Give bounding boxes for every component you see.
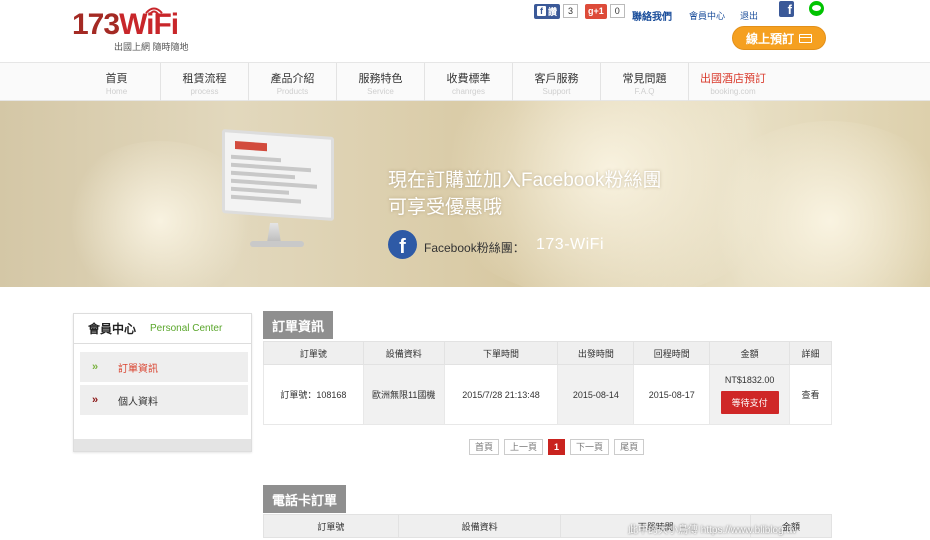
order-amount-cell: NT$1832.00 等待支付 xyxy=(709,364,791,425)
pager-current[interactable]: 1 xyxy=(548,439,566,455)
section-tab-orders: 訂單資訊 xyxy=(263,311,334,339)
credit-card-icon xyxy=(799,33,812,43)
facebook-like-button[interactable]: f 讚 xyxy=(534,3,561,19)
social-share-bar: f 讚 3 g+1 0 xyxy=(534,2,625,20)
order-return-date: 2015-08-17 xyxy=(633,364,711,425)
order-device: 歐洲無限11國機 xyxy=(362,364,445,425)
facebook-fanpage-label: Facebook粉絲團： xyxy=(424,241,525,255)
pending-payment-button[interactable]: 等待支付 xyxy=(720,391,779,414)
promo-banner[interactable]: 現在訂購並加入Facebook粉絲團 可享受優惠哦 f Facebook粉絲團：… xyxy=(0,101,930,287)
wifi-icon xyxy=(145,7,163,15)
google-plus-count: 0 xyxy=(609,4,625,18)
sidebar-item-profile[interactable]: » 個人資料 xyxy=(80,385,248,415)
nav-item-process[interactable]: 租賃流程 process xyxy=(161,63,249,101)
chevron-right-icon: » xyxy=(92,394,99,406)
sidebar-title-en: Personal Center xyxy=(150,323,223,334)
section-tab-phone-card-orders: 電話卡訂單 xyxy=(263,485,347,513)
facebook-like-count: 3 xyxy=(563,4,579,18)
nav-item-faq[interactable]: 常見問題 F.A.Q xyxy=(601,63,689,101)
nav-item-service[interactable]: 服務特色 Service xyxy=(337,63,425,101)
order-amount: NT$1832.00 xyxy=(724,375,775,385)
nav-item-support[interactable]: 客戶服務 Support xyxy=(513,63,601,101)
nav-item-charges[interactable]: 收費標準 chanrges xyxy=(425,63,513,101)
contact-us-link[interactable]: 聯絡我們 xyxy=(632,8,672,23)
orders-table: 訂單號 設備資料 下單時間 出發時間 回程時間 金額 詳細 訂單號：108168… xyxy=(263,341,832,425)
nav-item-hotel-booking[interactable]: 出國酒店預訂 booking.com xyxy=(689,63,777,101)
facebook-icon[interactable]: f xyxy=(779,1,794,17)
pagination: 首頁 上一頁 1 下一頁 尾頁 xyxy=(469,439,645,455)
promo-subheadline: 可享受優惠哦 xyxy=(388,197,503,218)
logo-tagline: 出國上網 隨時隨地 xyxy=(114,42,189,52)
member-sidebar: 會員中心 Personal Center » 訂單資訊 » 個人資料 xyxy=(73,313,252,452)
member-center-link[interactable]: 會員中心 xyxy=(689,9,725,22)
google-plus-button[interactable]: g+1 xyxy=(585,3,607,19)
pager-first[interactable]: 首頁 xyxy=(469,439,500,455)
order-number: 訂單號：108168 xyxy=(263,364,364,425)
table-row: 訂單號：108168 歐洲無限11國機 2015/7/28 21:13:48 2… xyxy=(263,364,832,425)
header: 173WiFi 出國上網 隨時隨地 f 讚 3 g+1 0 聯絡我們 會員中心 … xyxy=(0,0,930,62)
chevron-right-icon: » xyxy=(92,361,99,373)
logout-link[interactable]: 退出 xyxy=(740,9,758,22)
monitor-illustration xyxy=(222,129,334,251)
watermark-text: 此中的大小鳥傳 https://www.bliblog.tw xyxy=(628,525,797,536)
table-header-row: 訂單號 設備資料 下單時間 出發時間 回程時間 金額 詳細 xyxy=(263,341,832,365)
main-nav: 首頁 Home 租賃流程 process 產品介紹 Products 服務特色 … xyxy=(0,62,930,101)
facebook-fanpage-name: 173-WiFi xyxy=(536,236,605,253)
site-logo[interactable]: 173WiFi 出國上網 隨時隨地 xyxy=(72,6,202,52)
book-online-button[interactable]: 線上預訂 xyxy=(732,26,826,50)
order-depart-date: 2015-08-14 xyxy=(557,364,635,425)
line-icon[interactable] xyxy=(809,1,824,16)
sidebar-title: 會員中心 xyxy=(88,322,137,336)
nav-item-home[interactable]: 首頁 Home xyxy=(73,63,161,101)
promo-headline: 現在訂購並加入Facebook粉絲團 xyxy=(388,170,662,191)
pager-last[interactable]: 尾頁 xyxy=(614,439,645,455)
sidebar-item-order-info[interactable]: » 訂單資訊 xyxy=(80,352,248,382)
pager-next[interactable]: 下一頁 xyxy=(570,439,610,455)
pager-prev[interactable]: 上一頁 xyxy=(504,439,544,455)
order-detail-link[interactable]: 查看 xyxy=(789,364,832,425)
nav-item-products[interactable]: 產品介紹 Products xyxy=(249,63,337,101)
facebook-icon: f xyxy=(388,230,417,259)
sidebar-header: 會員中心 Personal Center xyxy=(74,314,251,344)
order-time: 2015/7/28 21:13:48 xyxy=(443,364,559,425)
facebook-icon: f xyxy=(537,6,546,16)
